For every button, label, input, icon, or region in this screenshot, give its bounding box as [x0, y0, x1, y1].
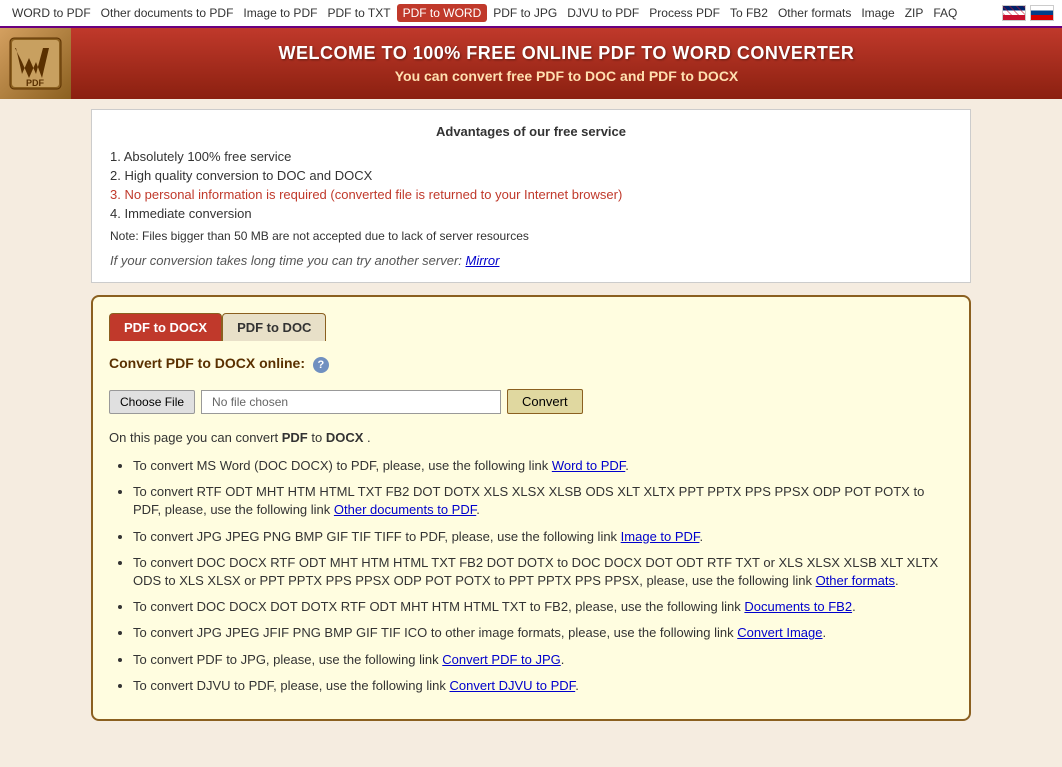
mirror-link[interactable]: Mirror — [466, 253, 500, 268]
logo-area: PDF — [0, 28, 71, 99]
list-item: To convert MS Word (DOC DOCX) to PDF, pl… — [133, 457, 953, 475]
nav-image-to-pdf[interactable]: Image to PDF — [239, 4, 321, 22]
nav-other-docs-to-pdf[interactable]: Other documents to PDF — [97, 4, 238, 22]
tab-pdf-to-doc[interactable]: PDF to DOC — [222, 313, 326, 341]
advantage-item-2: 2. High quality conversion to DOC and DO… — [110, 168, 952, 183]
link-convert-image[interactable]: Convert Image — [737, 625, 822, 640]
nav-other-formats[interactable]: Other formats — [774, 4, 855, 22]
banner-subtitle: You can convert free PDF to DOC and PDF … — [83, 68, 1050, 84]
nav-process-pdf[interactable]: Process PDF — [645, 4, 724, 22]
convert-title: Convert PDF to DOCX online: ? — [109, 355, 953, 373]
advantage-item-1: 1. Absolutely 100% free service — [110, 149, 952, 164]
from-format: PDF — [282, 430, 308, 445]
list-item: To convert DJVU to PDF, please, use the … — [133, 677, 953, 695]
svg-text:PDF: PDF — [26, 78, 45, 88]
link-pdf-to-jpg[interactable]: Convert PDF to JPG — [442, 652, 560, 667]
flag-ru[interactable] — [1030, 5, 1054, 21]
nav-zip[interactable]: ZIP — [901, 4, 928, 22]
nav-faq[interactable]: FAQ — [929, 4, 961, 22]
link-image-to-pdf[interactable]: Image to PDF — [621, 529, 700, 544]
converter-tabs: PDF to DOCX PDF to DOC — [109, 313, 953, 341]
list-item: To convert DOC DOCX RTF ODT MHT HTM HTML… — [133, 554, 953, 590]
info-icon[interactable]: ? — [313, 357, 329, 373]
file-input-row: Choose File No file chosen Convert — [109, 389, 953, 414]
main-content: Advantages of our free service 1. Absolu… — [81, 109, 981, 721]
header-wrapper: PDF WELCOME TO 100% FREE ONLINE PDF TO W… — [0, 28, 1062, 99]
link-list: To convert MS Word (DOC DOCX) to PDF, pl… — [109, 457, 953, 695]
nav-word-to-pdf[interactable]: WORD to PDF — [8, 4, 95, 22]
header-banner: WELCOME TO 100% FREE ONLINE PDF TO WORD … — [71, 28, 1062, 99]
list-item: To convert JPG JPEG PNG BMP GIF TIF TIFF… — [133, 528, 953, 546]
nav-links: WORD to PDF Other documents to PDF Image… — [8, 4, 961, 22]
choose-file-button[interactable]: Choose File — [109, 390, 195, 414]
to-format: DOCX — [326, 430, 364, 445]
advantage-item-3: 3. No personal information is required (… — [110, 187, 952, 202]
list-item: To convert JPG JPEG JFIF PNG BMP GIF TIF… — [133, 624, 953, 642]
tab-pdf-to-docx[interactable]: PDF to DOCX — [109, 313, 222, 341]
link-word-to-pdf[interactable]: Word to PDF — [552, 458, 625, 473]
banner-text: WELCOME TO 100% FREE ONLINE PDF TO WORD … — [83, 43, 1050, 84]
advantages-heading: Advantages of our free service — [110, 124, 952, 139]
note-text: Note: Files bigger than 50 MB are not ac… — [110, 229, 952, 243]
nav-to-fb2[interactable]: To FB2 — [726, 4, 772, 22]
link-other-docs[interactable]: Other documents to PDF — [334, 502, 476, 517]
advantages-box: Advantages of our free service 1. Absolu… — [91, 109, 971, 283]
list-item: To convert RTF ODT MHT HTM HTML TXT FB2 … — [133, 483, 953, 519]
language-flags — [1002, 5, 1054, 21]
banner-title: WELCOME TO 100% FREE ONLINE PDF TO WORD … — [83, 43, 1050, 64]
convert-button[interactable]: Convert — [507, 389, 583, 414]
mirror-text: If your conversion takes long time you c… — [110, 253, 462, 268]
nav-image[interactable]: Image — [857, 4, 898, 22]
file-name-display: No file chosen — [201, 390, 501, 414]
link-docs-to-fb2[interactable]: Documents to FB2 — [744, 599, 852, 614]
nav-djvu-to-pdf[interactable]: DJVU to PDF — [563, 4, 643, 22]
advantage-item-4: 4. Immediate conversion — [110, 206, 952, 221]
main-body-text: On this page you can convert PDF to DOCX… — [109, 430, 953, 445]
top-navigation: WORD to PDF Other documents to PDF Image… — [0, 0, 1062, 28]
list-item: To convert DOC DOCX DOT DOTX RTF ODT MHT… — [133, 598, 953, 616]
mirror-line: If your conversion takes long time you c… — [110, 253, 952, 268]
flag-uk[interactable] — [1002, 5, 1026, 21]
link-djvu-to-pdf[interactable]: Convert DJVU to PDF — [449, 678, 575, 693]
converter-section: PDF to DOCX PDF to DOC Convert PDF to DO… — [91, 295, 971, 721]
nav-pdf-to-word[interactable]: PDF to WORD — [397, 4, 488, 22]
advantages-list: 1. Absolutely 100% free service 2. High … — [110, 149, 952, 221]
nav-pdf-to-jpg[interactable]: PDF to JPG — [489, 4, 561, 22]
list-item: To convert PDF to JPG, please, use the f… — [133, 651, 953, 669]
logo-svg: PDF — [8, 36, 63, 91]
nav-pdf-to-txt[interactable]: PDF to TXT — [323, 4, 394, 22]
link-other-formats[interactable]: Other formats — [816, 573, 895, 588]
